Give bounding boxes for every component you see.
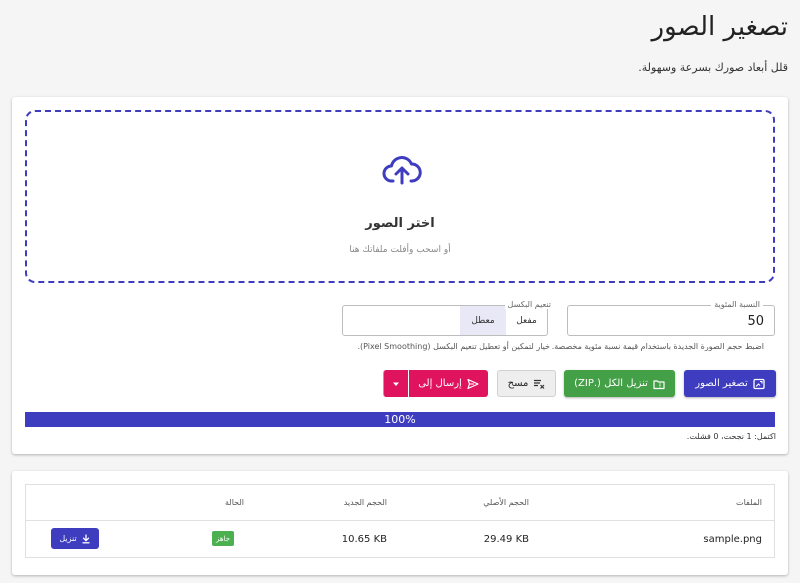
table-row: sample.png 29.49 KB 10.65 KB جاهز تنزيل <box>26 521 774 558</box>
progress-label: 100% <box>384 413 416 426</box>
smoothing-label: تنعيم البكسل <box>504 300 554 309</box>
clear-button-label: مسح <box>507 378 529 389</box>
scale-field <box>567 305 775 336</box>
compress-button-label: تصغير الصور <box>695 378 748 389</box>
download-icon <box>82 533 90 543</box>
progress-bar: 100% <box>25 412 775 427</box>
smoothing-helper: خيار لتمكين أو تعطيل تنعيم البكسل (Pixel… <box>357 342 550 351</box>
results-table: الملفات الحجم الأصلي الحجم الجديد الحالة… <box>25 484 775 558</box>
row-file-name: sample.png <box>703 534 762 545</box>
send-to-label: إرسال إلى <box>418 378 462 389</box>
scale-input[interactable] <box>584 310 764 332</box>
progress-summary: اكتمل: 1 نجحت، 0 فشلت. <box>686 432 776 441</box>
table-header: الملفات الحجم الأصلي الحجم الجديد الحالة <box>26 485 774 521</box>
header-status: الحالة <box>225 498 244 507</box>
clear-list-icon <box>534 379 545 389</box>
page-title: تصغير الصور <box>651 12 788 42</box>
status-badge: جاهز <box>212 531 234 546</box>
cloud-upload-icon <box>382 156 422 185</box>
page-subtitle: قلل أبعاد صورك بسرعة وسهولة. <box>638 61 788 74</box>
download-button-label: تنزيل <box>59 534 77 543</box>
header-new-size: الحجم الجديد <box>343 498 387 507</box>
download-button[interactable]: تنزيل <box>51 528 99 549</box>
dropzone-title: اختر الصور <box>365 216 435 231</box>
send-to-button[interactable]: إرسال إلى <box>409 370 488 397</box>
row-new-size: 10.65 KB <box>341 534 387 545</box>
send-to-menu-button[interactable] <box>383 370 408 397</box>
smoothing-off-option[interactable]: معطل <box>460 306 506 335</box>
upload-card: اختر الصور أو اسحب وأفلت ملفاتك هنا النس… <box>12 97 788 454</box>
file-dropzone[interactable]: اختر الصور أو اسحب وأفلت ملفاتك هنا <box>25 110 775 283</box>
compress-button[interactable]: تصغير الصور <box>684 370 776 397</box>
send-icon <box>467 378 479 389</box>
clear-button[interactable]: مسح <box>497 370 556 397</box>
results-card: الملفات الحجم الأصلي الحجم الجديد الحالة… <box>12 471 788 575</box>
download-zip-label: تنزيل الكل (.ZIP) <box>574 378 648 389</box>
row-original-size: 29.49 KB <box>483 534 529 545</box>
photo-resize-icon <box>753 378 765 389</box>
header-original-size: الحجم الأصلي <box>483 498 529 507</box>
caret-down-icon <box>393 382 399 386</box>
folder-zip-icon <box>653 379 665 389</box>
smoothing-toggle-group: مفعل معطل <box>342 305 548 336</box>
dropzone-hint: أو اسحب وأفلت ملفاتك هنا <box>349 245 451 255</box>
download-zip-button[interactable]: تنزيل الكل (.ZIP) <box>564 370 675 397</box>
scale-helper: اضبط حجم الصورة الجديدة باستخدام قيمة نس… <box>551 342 764 351</box>
header-file: الملفات <box>736 498 762 507</box>
scale-label: النسبة المئوية <box>711 300 763 309</box>
smoothing-on-option[interactable]: مفعل <box>506 306 547 335</box>
